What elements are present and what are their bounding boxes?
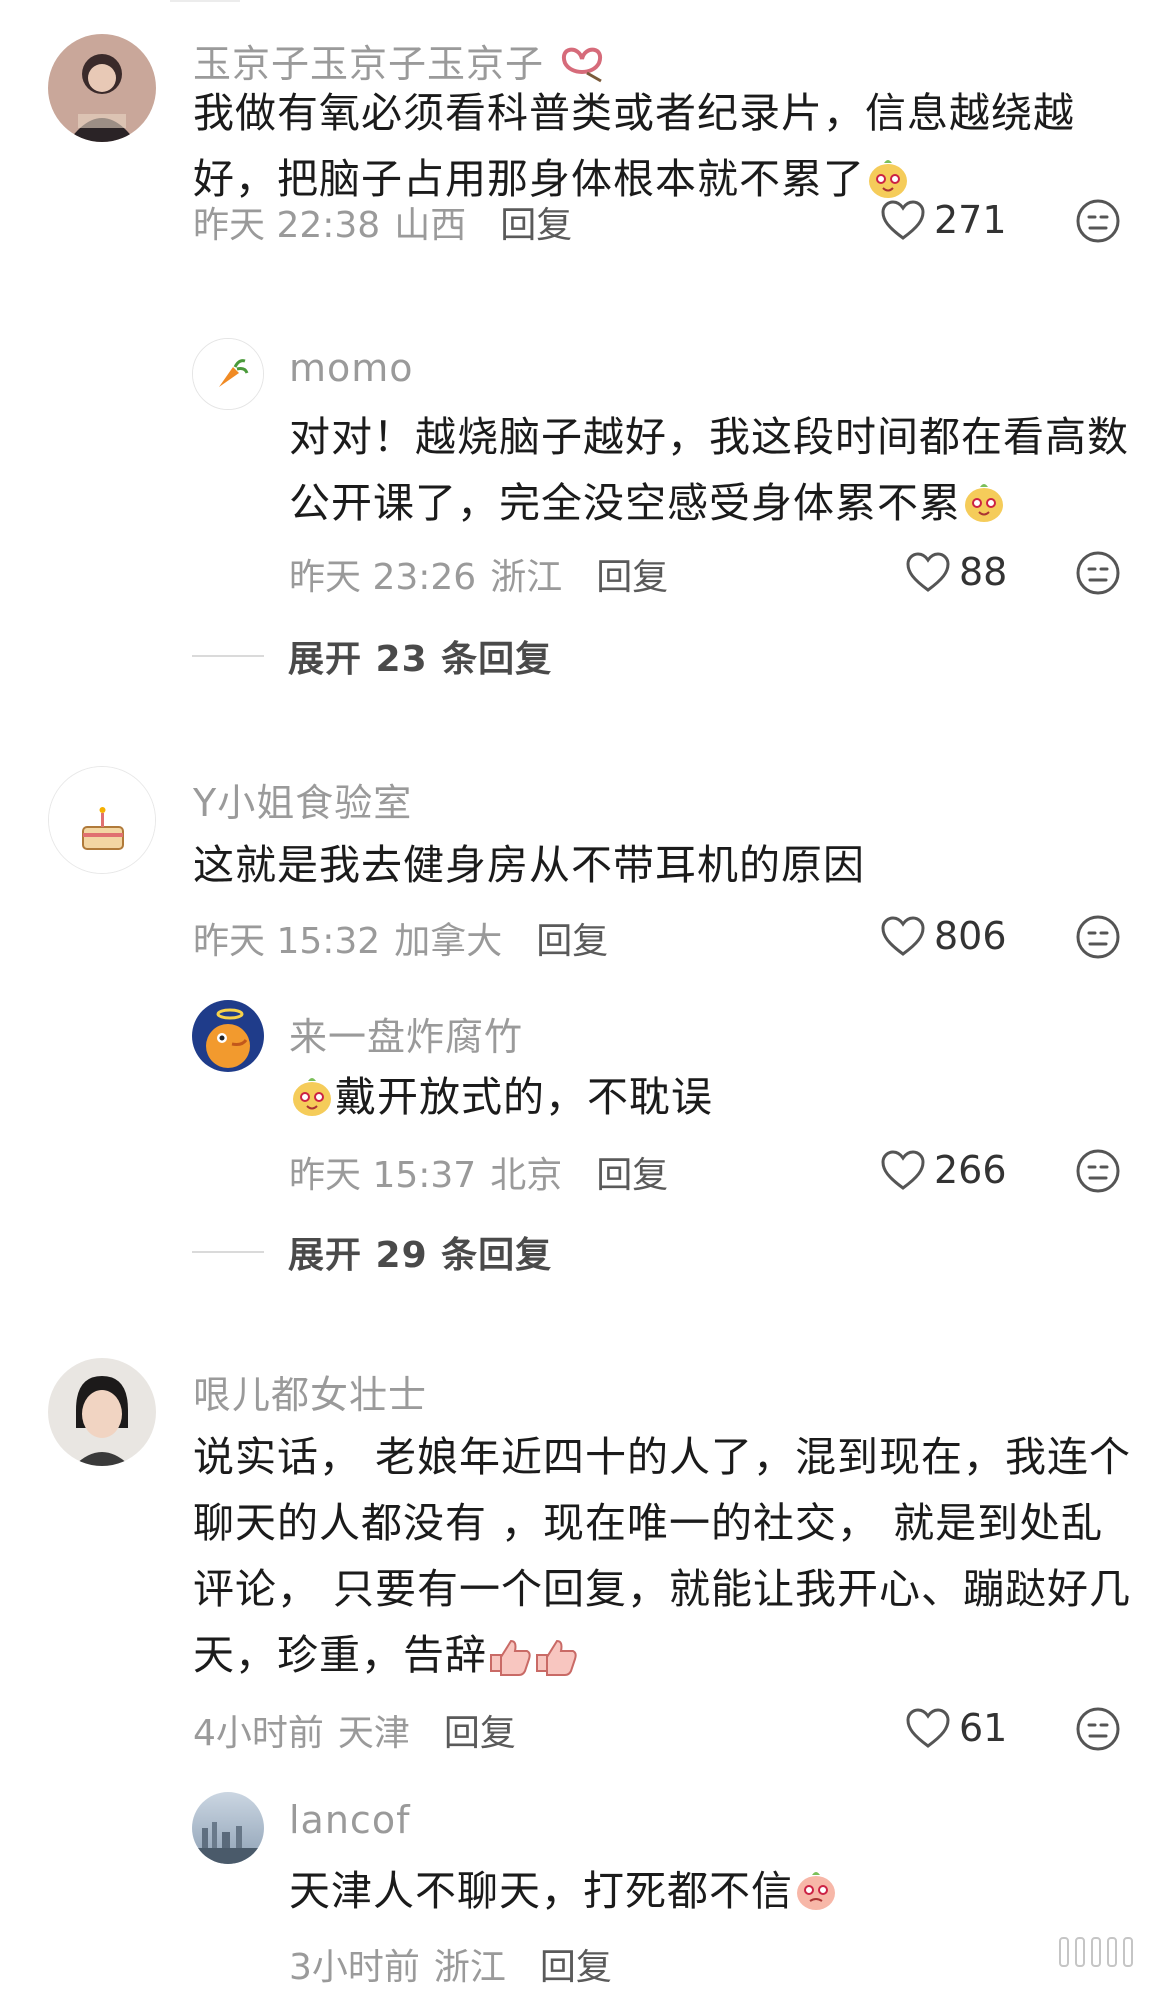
heart-outline-icon — [881, 1150, 925, 1190]
timestamp: 昨天 15:32 — [193, 921, 381, 962]
username[interactable]: 哏儿都女壮士 — [193, 1364, 427, 1419]
like-button[interactable]: 61 — [905, 1706, 1007, 1750]
timestamp: 昨天 23:26 — [289, 557, 477, 598]
divider — [192, 1251, 264, 1253]
expand-replies-button[interactable]: 展开 23 条回复 — [192, 630, 552, 682]
avatar[interactable] — [48, 766, 156, 874]
expand-replies-button[interactable]: 展开 29 条回复 — [192, 1226, 552, 1278]
avatar[interactable] — [48, 1358, 156, 1466]
heart-outline-icon — [881, 916, 925, 956]
comment-meta: 3小时前 浙江 回复 — [289, 1938, 612, 1990]
reply-button[interactable]: 回复 — [596, 1146, 668, 1198]
heart-outline-icon — [906, 552, 950, 592]
comment-text: 对对！越烧脑子越好，我这段时间都在看高数公开课了，完全没空感受身体累不累 — [289, 413, 1129, 527]
location: 浙江 — [490, 557, 563, 598]
avatar[interactable] — [192, 1792, 264, 1864]
comment-text: 这就是我去健身房从不带耳机的原因 — [193, 841, 865, 889]
reply-button[interactable]: 回复 — [444, 1704, 516, 1756]
timestamp: 3小时前 — [289, 1947, 420, 1988]
thinking-mascot-emoji — [797, 1872, 835, 1910]
avatar[interactable] — [192, 1000, 264, 1072]
like-button[interactable]: 266 — [880, 1148, 1007, 1192]
timestamp: 昨天 22:38 — [193, 205, 381, 246]
location: 浙江 — [433, 1947, 506, 1988]
watermark-logo — [1059, 1937, 1133, 1967]
neutral-face-icon[interactable] — [1075, 198, 1121, 244]
heart-outline-icon — [906, 1708, 950, 1748]
like-button[interactable]: 271 — [880, 198, 1007, 242]
smiling-mascot-emoji — [869, 160, 907, 198]
comment-text: 说实话， 老娘年近四十的人了，混到现在，我连个聊天的人都没有 ，现在唯一的社交，… — [193, 1433, 1132, 1679]
heart-outline-icon — [881, 200, 925, 240]
comment-meta: 4小时前 天津 回复 — [193, 1704, 516, 1756]
location: 加拿大 — [394, 921, 503, 962]
comment-meta: 昨天 23:26 浙江 回复 — [289, 548, 668, 600]
neutral-face-icon[interactable] — [1075, 914, 1121, 960]
avatar[interactable] — [192, 338, 264, 410]
comment-text: 天津人不聊天，打死都不信 — [289, 1858, 1129, 1924]
like-count: 271 — [934, 198, 1007, 242]
comment-meta: 昨天 15:37 北京 回复 — [289, 1146, 668, 1198]
like-count: 806 — [934, 914, 1007, 958]
reply-button[interactable]: 回复 — [536, 912, 608, 964]
like-button[interactable]: 88 — [905, 550, 1007, 594]
divider — [192, 655, 264, 657]
reply-button[interactable]: 回复 — [500, 196, 572, 248]
username[interactable]: Y小姐食验室 — [193, 772, 412, 827]
like-count: 88 — [959, 550, 1008, 594]
username[interactable]: 来一盘炸腐竹 — [289, 1006, 523, 1061]
neutral-face-icon[interactable] — [1075, 1706, 1121, 1752]
username[interactable]: momo — [289, 346, 414, 390]
comment-meta: 昨天 22:38 山西 回复 — [193, 196, 572, 248]
neutral-face-icon[interactable] — [1075, 550, 1121, 596]
ribbon-icon — [562, 47, 603, 83]
username[interactable]: lancof — [289, 1798, 410, 1842]
thumbs-up-emoji — [490, 1639, 577, 1676]
reply-button[interactable]: 回复 — [540, 1938, 612, 1990]
location: 北京 — [490, 1155, 563, 1196]
like-count: 61 — [959, 1706, 1008, 1750]
smiling-mascot-emoji — [293, 1078, 331, 1116]
reply-button[interactable]: 回复 — [596, 548, 668, 600]
neutral-face-icon[interactable] — [1075, 1148, 1121, 1194]
smiling-mascot-emoji — [965, 484, 1003, 522]
comment-meta: 昨天 15:32 加拿大 回复 — [193, 912, 608, 964]
location: 天津 — [337, 1713, 410, 1754]
location: 山西 — [394, 205, 467, 246]
comment-text: 我做有氧必须看科普类或者纪录片，信息越绕越好，把脑子占用那身体根本就不累了 — [193, 89, 1075, 203]
comment-text: 戴开放式的，不耽误 — [289, 1064, 1129, 1130]
avatar[interactable] — [48, 34, 156, 142]
timestamp: 4小时前 — [193, 1713, 324, 1754]
like-button[interactable]: 806 — [880, 914, 1007, 958]
top-divider — [170, 0, 240, 2]
like-count: 266 — [934, 1148, 1007, 1192]
timestamp: 昨天 15:37 — [289, 1155, 477, 1196]
